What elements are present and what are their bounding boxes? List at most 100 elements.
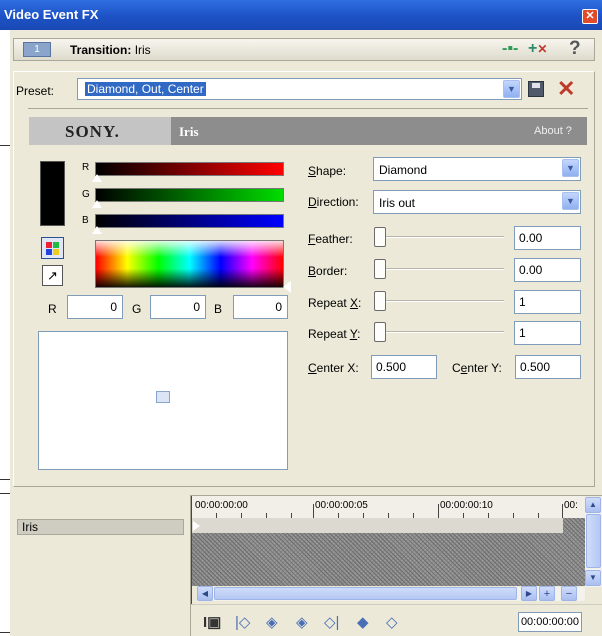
color-swatch	[40, 161, 65, 226]
keyframe-marker[interactable]	[193, 521, 200, 531]
zoom-out-icon[interactable]: −	[561, 586, 577, 601]
edge-line	[0, 479, 10, 480]
shape-value: Diamond	[379, 163, 428, 177]
green-slider-thumb[interactable]	[92, 200, 102, 208]
repeat-y-value-field[interactable]: 1	[514, 321, 581, 345]
transition-prefix: Transition:	[70, 43, 132, 57]
transition-header: 1 Transition: Iris -▪- +✕ ?	[13, 38, 595, 61]
ruler-label: 00:00:00:05	[315, 500, 368, 511]
scroll-down-icon[interactable]: ▼	[585, 570, 601, 586]
sony-logo-box: SONY.	[29, 117, 171, 145]
first-keyframe-icon[interactable]: |◇	[235, 613, 250, 631]
chevron-down-icon[interactable]: ▼	[503, 80, 520, 98]
chevron-down-icon[interactable]: ▼	[562, 159, 579, 177]
green-slider-label: G	[82, 189, 90, 200]
next-keyframe-icon[interactable]: ◈	[296, 613, 308, 631]
zoom-in-icon[interactable]: +	[539, 586, 555, 601]
r-field-label: R	[48, 302, 57, 316]
previous-keyframe-icon[interactable]: ◈	[266, 613, 278, 631]
ruler-label: 00:00:00:10	[440, 500, 493, 511]
delete-keyframe-icon[interactable]: ◇	[386, 613, 398, 631]
divider	[28, 108, 588, 109]
direction-dropdown[interactable]: Iris out ▼	[373, 190, 581, 214]
blue-slider-label: B	[82, 215, 89, 226]
center-x-label: Center X:	[308, 361, 359, 375]
blue-slider[interactable]	[95, 214, 284, 228]
border-label: Border:	[308, 264, 348, 278]
center-y-label: Center Y:	[452, 361, 502, 375]
preview-area	[38, 331, 288, 470]
transition-label: Transition: Iris	[70, 43, 151, 57]
red-slider-label: R	[82, 162, 90, 173]
border-value-field[interactable]: 0.00	[514, 258, 581, 282]
chevron-down-icon[interactable]: ▼	[562, 192, 579, 210]
about-link[interactable]: About ?	[534, 125, 572, 137]
remove-plugin-icon[interactable]: +✕	[528, 40, 547, 58]
feather-label: Feather:	[308, 232, 353, 246]
last-keyframe-icon[interactable]: ◇|	[324, 613, 339, 631]
repeat-x-value-field[interactable]: 1	[514, 290, 581, 314]
feather-slider-track[interactable]	[374, 236, 504, 238]
timeline-ruler[interactable]: 00:00:00:00 00:00:00:05 00:00:00:10 00:	[191, 496, 585, 518]
r-value-field[interactable]: 0	[67, 295, 123, 319]
close-button[interactable]: ✕	[582, 9, 598, 24]
track-row-iris[interactable]: Iris	[17, 519, 184, 535]
horizontal-scrollbar[interactable]: ◀ ▶ + −	[197, 586, 585, 601]
sync-cursor-icon[interactable]: I▣	[203, 613, 221, 631]
color-spectrum[interactable]	[95, 240, 284, 288]
scroll-up-icon[interactable]: ▲	[585, 497, 601, 513]
transition-name: Iris	[134, 43, 151, 57]
palette-icon[interactable]	[41, 237, 64, 259]
scroll-right-icon[interactable]: ▶	[521, 586, 537, 601]
feather-value-field[interactable]: 0.00	[514, 226, 581, 250]
plugin-banner: SONY. Iris About ?	[29, 117, 587, 145]
red-slider-thumb[interactable]	[92, 174, 102, 182]
shape-label: Shape:	[308, 164, 347, 178]
repeat-y-slider-track[interactable]	[374, 331, 504, 333]
repeat-x-label: Repeat X:	[308, 296, 362, 310]
keyframe-row-iris[interactable]	[191, 518, 563, 533]
g-field-label: G	[132, 302, 142, 316]
direction-value: Iris out	[379, 196, 416, 210]
timecode-display[interactable]: 00:00:00:00	[518, 612, 582, 632]
preset-value: Diamond, Out, Center	[85, 82, 206, 96]
repeat-y-label: Repeat Y:	[308, 327, 361, 341]
edge-line	[0, 145, 10, 146]
save-preset-icon[interactable]	[528, 81, 544, 97]
blue-slider-thumb[interactable]	[92, 226, 102, 234]
shape-dropdown[interactable]: Diamond ▼	[373, 157, 581, 181]
green-slider[interactable]	[95, 188, 284, 202]
help-icon[interactable]: ?	[569, 38, 581, 60]
add-keyframe-icon[interactable]: ◆	[357, 613, 369, 631]
border-slider-thumb[interactable]	[374, 259, 386, 279]
vertical-scrollbar[interactable]: ▲ ▼	[585, 497, 602, 587]
b-field-label: B	[214, 302, 223, 316]
b-value-field[interactable]: 0	[233, 295, 288, 319]
edge-line	[0, 632, 10, 633]
horizontal-scroll-thumb[interactable]	[214, 587, 517, 600]
preset-label: Preset:	[16, 84, 55, 98]
feather-slider-thumb[interactable]	[374, 227, 386, 247]
g-value-field[interactable]: 0	[150, 295, 206, 319]
center-x-field[interactable]: 0.500	[371, 355, 437, 379]
center-y-field[interactable]: 0.500	[515, 355, 581, 379]
direction-label: Direction:	[308, 195, 359, 209]
repeat-y-slider-thumb[interactable]	[374, 322, 386, 342]
ruler-label: 00:00:00:00	[195, 500, 248, 511]
repeat-x-slider-track[interactable]	[374, 300, 504, 302]
plugin-name: Iris	[179, 124, 199, 139]
ruler-label: 00:	[564, 500, 578, 511]
image-placeholder-icon	[156, 391, 170, 403]
red-slider[interactable]	[95, 162, 284, 176]
preset-dropdown[interactable]: Diamond, Out, Center ▼	[77, 78, 522, 100]
delete-preset-icon[interactable]: ✕	[557, 76, 575, 102]
sony-logo: SONY.	[65, 122, 120, 141]
eyedropper-icon[interactable]: ↗	[42, 265, 63, 286]
vertical-scroll-thumb[interactable]	[586, 514, 601, 568]
track-number-badge[interactable]: 1	[23, 42, 51, 57]
insert-plugin-icon[interactable]: -▪-	[502, 40, 518, 58]
repeat-x-slider-thumb[interactable]	[374, 291, 386, 311]
scroll-left-icon[interactable]: ◀	[197, 586, 213, 601]
border-slider-track[interactable]	[374, 268, 504, 270]
spectrum-marker[interactable]	[283, 281, 291, 293]
